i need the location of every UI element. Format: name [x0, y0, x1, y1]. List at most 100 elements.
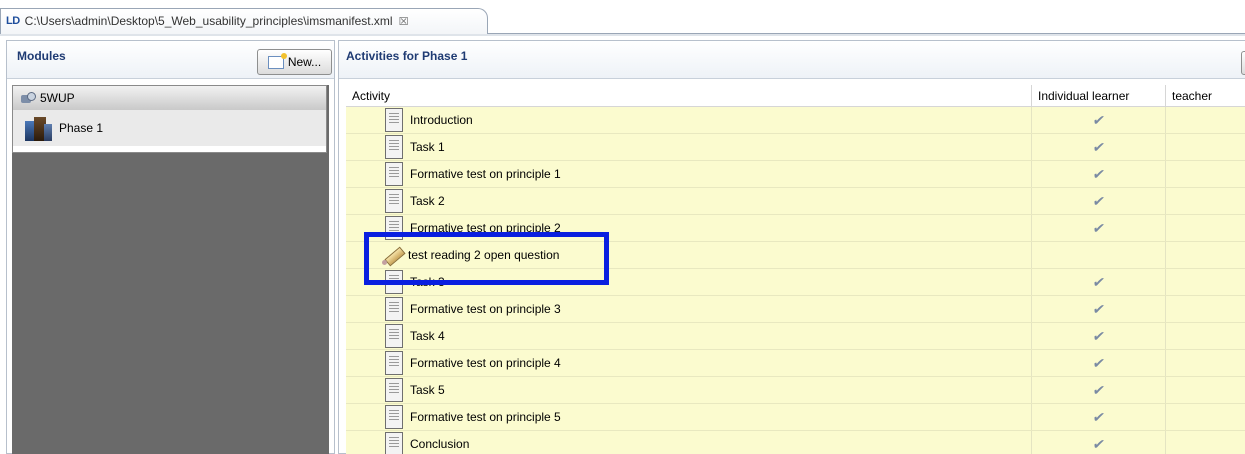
modules-panel-title: Modules: [17, 49, 66, 63]
teacher-cell[interactable]: [1166, 269, 1245, 295]
activity-label: test reading 2 open question: [408, 248, 560, 262]
activities-table: Activity Individual learner teacher Intr…: [346, 85, 1245, 454]
document-icon: [385, 351, 403, 375]
individual-learner-cell[interactable]: ✔: [1032, 350, 1166, 376]
individual-learner-cell[interactable]: ✔: [1032, 134, 1166, 160]
document-icon: [385, 405, 403, 429]
activity-cell: Task 3: [346, 269, 1032, 295]
table-row[interactable]: Task 4 ✔: [346, 323, 1245, 350]
activity-label: Conclusion: [410, 437, 470, 451]
document-icon: [385, 135, 403, 159]
activity-label: Task 5: [410, 383, 445, 397]
activity-cell: test reading 2 open question: [346, 242, 1032, 268]
activities-toolbar-button[interactable]: [1241, 51, 1245, 75]
teacher-cell[interactable]: [1166, 161, 1245, 187]
individual-learner-cell[interactable]: ✔: [1032, 377, 1166, 403]
teacher-cell[interactable]: [1166, 350, 1245, 376]
activities-panel-header: Activities for Phase 1: [339, 41, 1245, 79]
document-icon: [385, 108, 403, 132]
column-header-teacher[interactable]: teacher: [1166, 85, 1245, 106]
individual-learner-cell[interactable]: ✔: [1032, 188, 1166, 214]
ld-logo-icon: LD: [6, 15, 20, 27]
teacher-cell[interactable]: [1166, 377, 1245, 403]
new-file-icon: [267, 52, 287, 69]
tree-item-label: Phase 1: [59, 121, 104, 135]
checkmark-icon: ✔: [1091, 328, 1106, 344]
editor-tab[interactable]: LD C:\Users\admin\Desktop\5_Web_usabilit…: [0, 0, 490, 34]
activity-cell: Formative test on principle 5: [346, 404, 1032, 430]
teacher-cell[interactable]: ✔: [1166, 242, 1245, 268]
module-tree: 5WUP Phase 1: [12, 85, 329, 454]
table-row[interactable]: Formative test on principle 3 ✔: [346, 296, 1245, 323]
individual-learner-cell[interactable]: ✔: [1032, 107, 1166, 133]
package-icon: [21, 92, 36, 104]
individual-learner-cell[interactable]: ✔: [1032, 269, 1166, 295]
editor-tab-title: C:\Users\admin\Desktop\5_Web_usability_p…: [24, 14, 393, 28]
activities-panel-title: Activities for Phase 1: [346, 49, 468, 63]
phase-icon: [25, 115, 53, 141]
document-icon: [385, 270, 403, 294]
activity-cell: Task 4: [346, 323, 1032, 349]
table-row[interactable]: Task 3 ✔: [346, 269, 1245, 296]
teacher-cell[interactable]: [1166, 296, 1245, 322]
activity-label: Introduction: [410, 113, 473, 127]
teacher-cell[interactable]: [1166, 323, 1245, 349]
checkmark-icon: ✔: [1091, 112, 1106, 128]
table-row[interactable]: Task 2 ✔: [346, 188, 1245, 215]
individual-learner-cell[interactable]: ✔: [1032, 161, 1166, 187]
module-tree-list: 5WUP Phase 1: [12, 85, 327, 153]
table-row[interactable]: test reading 2 open question ✔: [346, 242, 1245, 269]
activity-label: Task 2: [410, 194, 445, 208]
tab-divider-shadow: [0, 34, 1245, 36]
checkmark-icon: ✔: [1091, 301, 1106, 317]
teacher-cell[interactable]: [1166, 188, 1245, 214]
document-icon: [385, 216, 403, 240]
editor-tab-strip: LD C:\Users\admin\Desktop\5_Web_usabilit…: [0, 0, 1245, 36]
table-row[interactable]: Formative test on principle 1 ✔: [346, 161, 1245, 188]
activity-label: Formative test on principle 3: [410, 302, 561, 316]
activity-cell: Formative test on principle 3: [346, 296, 1032, 322]
new-module-button[interactable]: New...: [257, 49, 332, 75]
activity-cell: Formative test on principle 1: [346, 161, 1032, 187]
table-header: Activity Individual learner teacher: [346, 85, 1245, 107]
teacher-cell[interactable]: [1166, 134, 1245, 160]
checkmark-icon: ✔: [1091, 220, 1106, 236]
tree-item-5wup[interactable]: 5WUP: [13, 86, 326, 110]
modules-panel-header: Modules New...: [7, 41, 334, 79]
column-header-activity[interactable]: Activity: [346, 85, 1032, 106]
activity-label: Task 1: [410, 140, 445, 154]
teacher-cell[interactable]: [1166, 107, 1245, 133]
document-icon: [385, 378, 403, 402]
teacher-cell[interactable]: [1166, 431, 1245, 454]
individual-learner-cell[interactable]: ✔: [1032, 323, 1166, 349]
individual-learner-cell[interactable]: ✔: [1032, 215, 1166, 241]
table-row[interactable]: Task 1 ✔: [346, 134, 1245, 161]
column-header-individual-learner[interactable]: Individual learner: [1032, 85, 1166, 106]
table-row[interactable]: Introduction ✔: [346, 107, 1245, 134]
tree-item-phase-1[interactable]: Phase 1: [13, 110, 326, 146]
individual-learner-cell[interactable]: ✔: [1032, 404, 1166, 430]
teacher-cell[interactable]: [1166, 215, 1245, 241]
individual-learner-cell[interactable]: ✔: [1032, 296, 1166, 322]
activity-cell: Formative test on principle 4: [346, 350, 1032, 376]
teacher-cell[interactable]: [1166, 404, 1245, 430]
checkmark-icon: ✔: [1091, 166, 1106, 182]
table-row[interactable]: Formative test on principle 4 ✔: [346, 350, 1245, 377]
pen-icon: [381, 244, 403, 266]
activity-label: Formative test on principle 5: [410, 410, 561, 424]
activity-cell: Task 2: [346, 188, 1032, 214]
individual-learner-cell[interactable]: ✔: [1032, 431, 1166, 454]
table-row[interactable]: Task 5 ✔: [346, 377, 1245, 404]
activity-label: Formative test on principle 2: [410, 221, 561, 235]
checkmark-icon: ✔: [1091, 382, 1106, 398]
table-row[interactable]: Conclusion ✔: [346, 431, 1245, 454]
table-row[interactable]: Formative test on principle 5 ✔: [346, 404, 1245, 431]
checkmark-icon: ✔: [1091, 409, 1106, 425]
individual-learner-cell[interactable]: [1032, 242, 1166, 268]
checkmark-icon: ✔: [1091, 355, 1106, 371]
table-row[interactable]: Formative test on principle 2 ✔: [346, 215, 1245, 242]
checkmark-icon: ✔: [1091, 274, 1106, 290]
activity-cell: Formative test on principle 2: [346, 215, 1032, 241]
tab-close-icon[interactable]: ☒: [399, 15, 409, 28]
checkmark-icon: ✔: [1091, 436, 1106, 452]
